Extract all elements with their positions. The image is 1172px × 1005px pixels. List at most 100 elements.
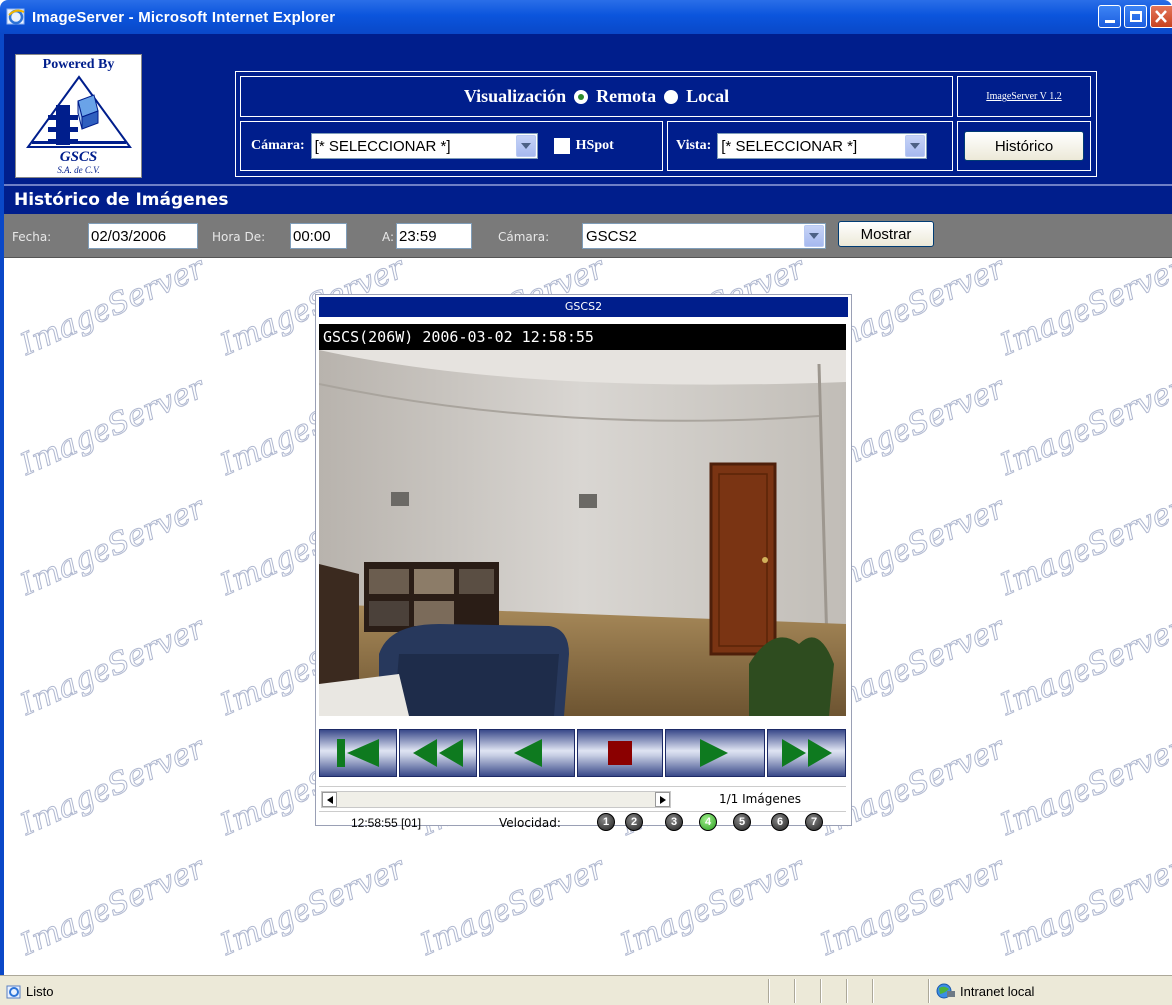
current-image-time: 12:58:55 [01] <box>351 816 422 830</box>
watermark-text: ImageServer <box>415 850 610 963</box>
mostrar-button[interactable]: Mostrar <box>838 221 934 247</box>
chevron-down-icon[interactable] <box>804 225 824 247</box>
rewind-icon <box>413 739 463 767</box>
local-label: Local <box>686 86 730 106</box>
speed-row: 12:58:55 [01] Velocidad: 1 2 3 4 5 6 7 <box>319 811 846 831</box>
watermark-text: ImageServer <box>995 850 1172 963</box>
a-input[interactable]: 23:59 <box>396 223 472 249</box>
remota-radio[interactable] <box>574 89 589 104</box>
first-icon <box>337 739 379 767</box>
page-icon <box>6 985 21 999</box>
vista-label: Vista: <box>676 138 712 153</box>
logo-gscs-text: GSCS <box>59 149 98 165</box>
app-header: Powered By GSCS S.A. de C.V. Visualizaci… <box>4 34 1172 184</box>
watermark-text: ImageServer <box>15 610 210 723</box>
camara-row: Cámara: [* SELECCIONAR *] HSpot <box>240 121 663 171</box>
watermark-text: ImageServer <box>15 259 210 363</box>
fast-forward-button[interactable] <box>767 729 846 777</box>
hspot-label: HSpot <box>575 138 614 153</box>
camara-label: Cámara: <box>251 138 305 153</box>
watermark-text: ImageServer <box>995 610 1172 723</box>
speed-button-5[interactable]: 5 <box>733 813 751 831</box>
play-button[interactable] <box>665 729 765 777</box>
maximize-button[interactable] <box>1124 5 1147 28</box>
watermark-text: ImageServer <box>15 490 210 603</box>
speed-button-3[interactable]: 3 <box>665 813 683 831</box>
watermark-text: ImageServer <box>995 490 1172 603</box>
historico-button[interactable]: Histórico <box>964 131 1084 161</box>
window-titlebar: ImageServer - Microsoft Internet Explore… <box>0 0 1172 34</box>
image-osd-timestamp: GSCS(206W) 2006-03-02 12:58:55 <box>319 324 846 350</box>
vista-select[interactable]: [* SELECCIONAR *] <box>717 133 928 159</box>
room-image <box>319 350 846 716</box>
watermark-text: ImageServer <box>995 370 1172 483</box>
close-icon <box>1155 10 1167 23</box>
arrow-right-icon <box>659 795 666 804</box>
camara-filter-label: Cámara: <box>498 230 550 244</box>
status-divider <box>928 979 929 1003</box>
speed-button-4[interactable]: 4 <box>699 813 717 831</box>
version-link[interactable]: ImageServer V 1.2 <box>986 91 1061 102</box>
a-label: A: <box>382 230 395 244</box>
hspot-checkbox[interactable] <box>553 138 570 154</box>
camara-filter-select[interactable]: GSCS2 <box>582 223 826 249</box>
vista-row: Vista: [* SELECCIONAR *] <box>667 121 953 171</box>
scroll-right-button[interactable] <box>655 792 670 807</box>
history-filter-bar: Fecha: 02/03/2006 Hora De: 00:00 A: 23:5… <box>4 214 1172 258</box>
chevron-down-icon[interactable] <box>905 135 926 157</box>
scroll-left-button[interactable] <box>322 792 337 807</box>
minimize-button[interactable] <box>1098 5 1121 28</box>
watermark-text: ImageServer <box>615 850 810 963</box>
watermark-text: ImageServer <box>15 370 210 483</box>
speed-button-7[interactable]: 7 <box>805 813 823 831</box>
close-button[interactable] <box>1150 5 1172 28</box>
history-title: Histórico de Imágenes <box>14 190 229 210</box>
rewind-button[interactable] <box>399 729 477 777</box>
fecha-input[interactable]: 02/03/2006 <box>88 223 198 249</box>
image-scrollbar[interactable] <box>321 791 671 808</box>
velocidad-label: Velocidad: <box>499 816 561 830</box>
watermark-text: ImageServer <box>215 850 410 963</box>
watermark-text: ImageServer <box>995 259 1172 363</box>
stop-button[interactable] <box>577 729 663 777</box>
back-button[interactable] <box>479 729 575 777</box>
watermark-text: ImageServer <box>15 850 210 963</box>
stop-icon <box>608 741 632 765</box>
arrow-left-icon <box>326 795 333 804</box>
gscs-logo: Powered By GSCS S.A. de C.V. <box>15 54 142 178</box>
camara-select-value: [* SELECCIONAR *] <box>314 137 451 155</box>
playback-controls <box>319 729 846 777</box>
camera-image: GSCS(206W) 2006-03-02 12:58:55 <box>319 324 846 716</box>
gscs-logo-icon <box>26 75 132 148</box>
powered-by-label: Powered By <box>42 57 115 72</box>
version-cell: ImageServer V 1.2 <box>957 76 1091 117</box>
chevron-down-icon[interactable] <box>515 135 536 157</box>
image-player: GSCS2 GSCS(206W) 2006-03-02 12:58:55 1/1… <box>315 294 852 831</box>
camara-select[interactable]: [* SELECCIONAR *] <box>310 133 538 159</box>
browser-content: Powered By GSCS S.A. de C.V. Visualizaci… <box>4 34 1172 975</box>
status-divider <box>768 979 769 1003</box>
speed-button-1[interactable]: 1 <box>597 813 615 831</box>
hora-de-input[interactable]: 00:00 <box>290 223 347 249</box>
local-radio[interactable] <box>664 89 679 104</box>
speed-button-2[interactable]: 2 <box>625 813 643 831</box>
intranet-globe-icon <box>936 983 955 999</box>
visualizacion-label: Visualización <box>463 86 567 106</box>
remota-label: Remota <box>596 86 657 106</box>
control-panel: Visualización Remota Local ImageServer V… <box>235 71 1097 177</box>
history-section-header: Histórico de Imágenes <box>4 184 1172 214</box>
visualizacion-row: Visualización Remota Local <box>240 76 953 117</box>
watermark-text: ImageServer <box>15 730 210 843</box>
historico-cell: Histórico <box>957 121 1091 171</box>
camara-filter-value: GSCS2 <box>586 227 637 245</box>
image-count: 1/1 Imágenes <box>719 792 801 806</box>
zone-text: Intranet local <box>960 984 1035 999</box>
image-scroll-row: 1/1 Imágenes <box>319 786 846 811</box>
speed-button-6[interactable]: 6 <box>771 813 789 831</box>
vista-select-value: [* SELECCIONAR *] <box>721 137 858 155</box>
status-bar: Listo Intranet local <box>0 975 1172 1005</box>
hora-de-label: Hora De: <box>212 230 266 244</box>
first-button[interactable] <box>319 729 397 777</box>
status-divider <box>820 979 821 1003</box>
play-icon <box>700 739 728 767</box>
